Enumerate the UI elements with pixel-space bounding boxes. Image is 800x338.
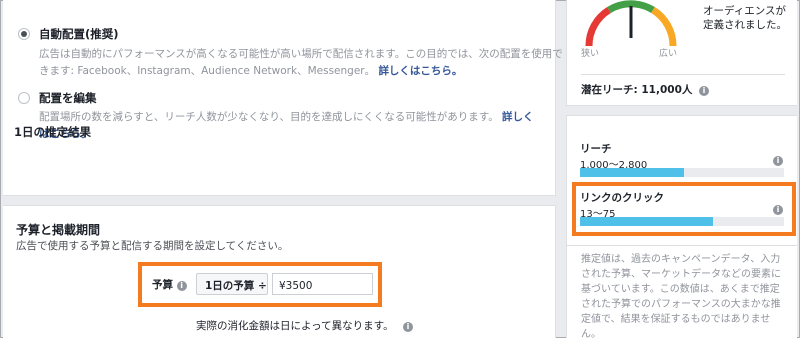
potential-reach-text: 潜在リーチ: 11,000人 [581,84,693,96]
divider [581,74,785,75]
auto-placement-desc-text: 広告は自動的にパフォーマンスが高くなる可能性が高い場所で配信されます。この目的で… [39,48,563,77]
gauge-narrow-segment [585,7,611,47]
gauge-wide-segment [651,7,677,47]
estimate-note-panel: 推定値は、過去のキャンペーンデータ、入力された予算、マーケットデータなどの要素に… [566,245,797,338]
info-icon[interactable]: i [699,86,710,96]
info-icon[interactable]: i [402,322,413,332]
budget-highlight-box: 予算 i 1日の予算 ÷ [138,262,382,307]
edit-placement-radio[interactable] [18,92,30,104]
info-icon[interactable]: i [176,281,187,291]
gauge-narrow-label: 狭い [581,49,600,59]
auto-placement-learn-more-link[interactable]: 詳しくはこちら。 [378,65,462,77]
budget-label: 予算 i [152,277,187,292]
auto-placement-radio[interactable] [18,28,30,40]
reach-bar-track [580,168,784,177]
budget-section-subtitle: 広告で使用する予算と配信する期間を設定してください。 [16,240,289,252]
potential-reach: 潜在リーチ: 11,000人 i [581,82,710,97]
placements-panel: 自動配置(推奨) 広告は自動的にパフォーマンスが高くなる可能性が高い場所で配信さ… [3,0,563,196]
edit-placement-desc: 配置場所の数を減らすと、リーチ人数が少なくなり、目的を達成しにくくなる可能性があ… [39,109,544,143]
reach-metric-name: リーチ [580,143,612,155]
edit-placement-title: 配置を編集 [39,91,97,105]
estimate-note: 推定値は、過去のキャンペーンデータ、入力された予算、マーケットデータなどの要素に… [581,254,781,338]
audience-panel: 狭い 広い オーディエンスが定義されました。 潜在リーチ: 11,000人 i [566,0,797,106]
spend-note: 実際の消化金額は日によって異なります。 i [196,318,413,333]
info-icon[interactable]: i [773,205,783,215]
link-clicks-metric-name: リンクのクリック [580,192,664,204]
budget-type-select[interactable]: 1日の予算 ÷ [196,273,268,295]
reach-bar-fill [580,168,685,177]
auto-placement-desc: 広告は自動的にパフォーマンスが高くなる可能性が高い場所で配信されます。この目的で… [39,46,564,80]
link-clicks-bar-track [580,217,784,226]
budget-amount-input[interactable] [272,273,373,295]
link-clicks-bar-fill [580,217,713,226]
info-icon[interactable]: i [773,156,783,166]
budget-section-title: 予算と掲載期間 [16,223,101,237]
audience-defined-note: オーディエンスが定義されました。 [703,5,787,31]
daily-estimate-title: 1日の推定結果 [14,125,92,139]
edit-placement-desc-text: 配置場所の数を減らすと、リーチ人数が少なくなり、目的を達成しにくくなる可能性があ… [39,111,499,123]
budget-label-text: 予算 [152,279,173,291]
gauge-wide-label: 広い [659,49,678,59]
auto-placement-title: 自動配置(推奨) [39,27,119,41]
spend-note-text: 実際の消化金額は日によって異なります。 [196,320,394,332]
